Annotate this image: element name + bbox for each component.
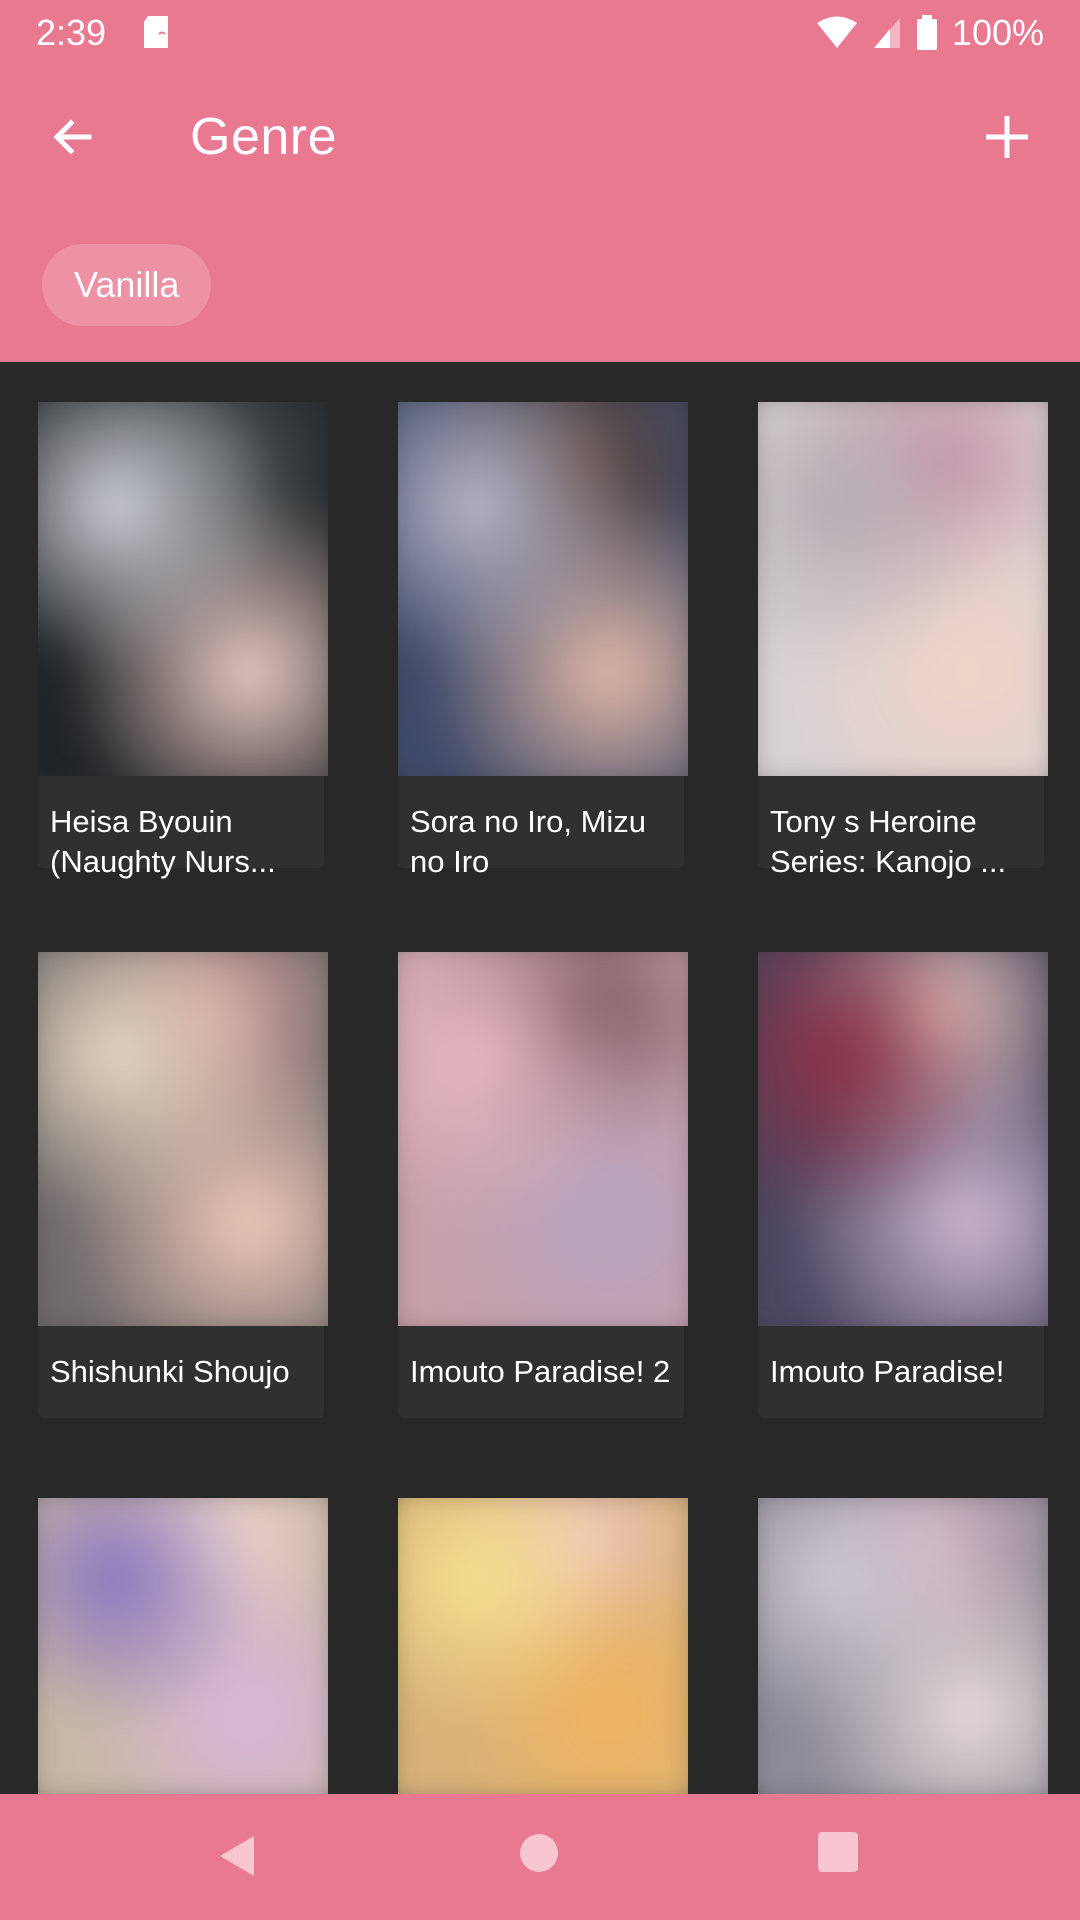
nav-back-icon[interactable] <box>216 1832 258 1880</box>
manga-card[interactable]: Tony s Heroine Series: Kanojo ... <box>758 402 1048 879</box>
status-bar: 2:39 100% <box>0 0 1080 64</box>
content-grid: Heisa Byouin (Naughty Nurs... Sora no Iro… <box>0 362 1080 1794</box>
manga-card[interactable]: Shishunki Shoujo <box>38 952 328 1418</box>
card-title: Tony s Heroine Series: Kanojo ... <box>770 804 1007 879</box>
wifi-icon <box>816 16 857 48</box>
card-footer: Heisa Byouin (Naughty Nurs... <box>38 776 324 879</box>
card-title: Shishunki Shoujo <box>50 1354 290 1389</box>
navigation-bar <box>0 1794 1080 1920</box>
nav-home-icon[interactable] <box>520 1834 558 1872</box>
card-footer: Tony s Heroine Series: Kanojo ... <box>758 776 1044 879</box>
manga-card[interactable]: Imouto Paradise! <box>758 952 1048 1418</box>
card-title: Imouto Paradise! 2 <box>410 1354 671 1389</box>
cover-image <box>758 402 1048 776</box>
card-title: Sora no Iro, Mizu no Iro <box>410 804 647 879</box>
cover-image <box>398 1498 688 1794</box>
page-title: Genre <box>190 108 338 166</box>
cover-image <box>398 952 688 1326</box>
cover-image <box>38 402 328 776</box>
cover-image <box>38 1498 328 1794</box>
add-button[interactable] <box>974 104 1040 170</box>
manga-card[interactable]: Heisa Byouin (Naughty Nurs... <box>38 402 328 879</box>
battery-percentage: 100% <box>951 12 1044 53</box>
card-title: Imouto Paradise! <box>770 1354 1005 1389</box>
manga-card[interactable] <box>758 1498 1048 1794</box>
add-icon <box>986 116 1028 158</box>
back-arrow-icon <box>53 119 92 155</box>
battery-icon <box>916 15 937 50</box>
card-footer: Imouto Paradise! <box>758 1326 1044 1418</box>
cover-image <box>38 952 328 1326</box>
status-icons: 100% <box>816 12 1044 54</box>
manga-card[interactable] <box>38 1498 328 1794</box>
signal-icon <box>873 18 900 48</box>
status-time: 2:39 <box>36 12 107 53</box>
cover-image <box>758 952 1048 1326</box>
sd-card-icon <box>144 16 168 48</box>
genre-chip-vanilla[interactable]: Vanilla <box>42 244 212 326</box>
back-button[interactable] <box>40 104 106 170</box>
cover-image <box>398 402 688 776</box>
app-bar: Genre Vanilla <box>0 64 1080 362</box>
card-title: Heisa Byouin (Naughty Nurs... <box>50 804 276 879</box>
card-footer: Imouto Paradise! 2 <box>398 1326 684 1418</box>
manga-card[interactable]: Sora no Iro, Mizu no Iro <box>398 402 688 879</box>
card-footer: Sora no Iro, Mizu no Iro <box>398 776 684 879</box>
nav-recents-icon[interactable] <box>818 1832 858 1872</box>
cover-image <box>758 1498 1048 1794</box>
card-footer: Shishunki Shoujo <box>38 1326 324 1418</box>
manga-card[interactable]: Imouto Paradise! 2 <box>398 952 688 1418</box>
manga-card[interactable] <box>398 1498 688 1794</box>
